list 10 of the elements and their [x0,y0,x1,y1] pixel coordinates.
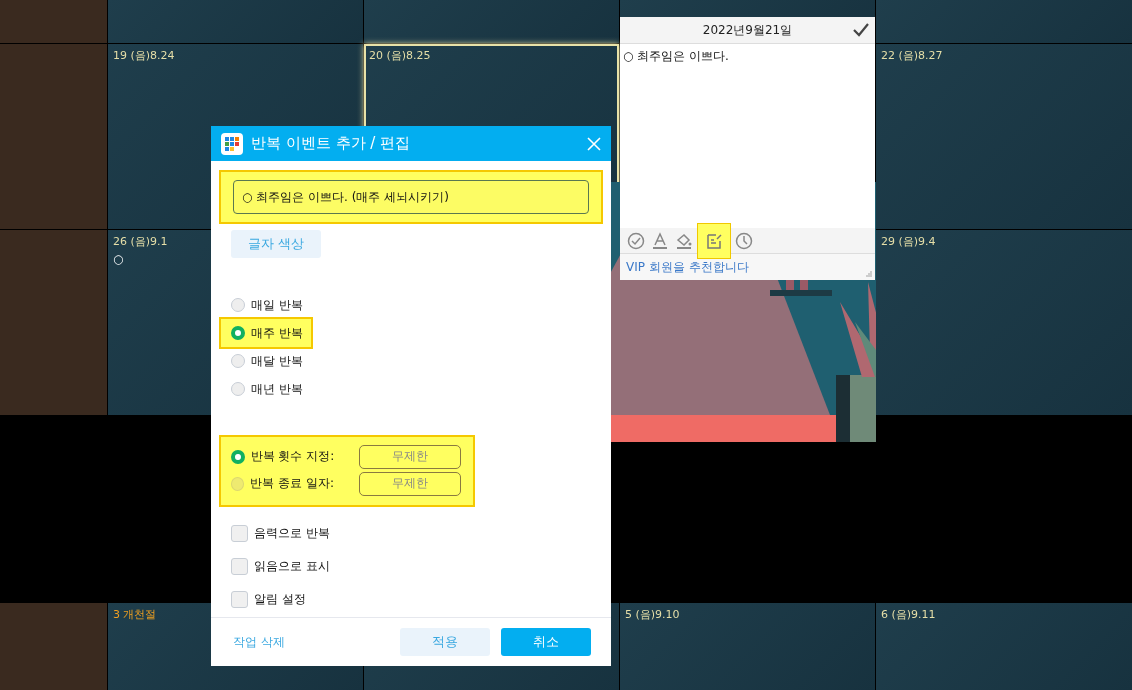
popup-date: 2022년9월21일 [702,21,793,39]
note-text: ○ 최주임은 이쁘다. [623,48,730,65]
day-label: 3 개천절 [113,607,157,622]
day-label: 6 (음)9.11 [881,607,936,622]
day-label: 19 (음)8.24 [113,48,175,63]
day-label: 29 (음)9.4 [881,234,936,249]
day-label: 22 (음)8.27 [881,48,943,63]
day-label: 20 (음)8.25 [369,48,431,63]
day-label: 5 (음)9.10 [625,607,680,622]
day-label: 26 (음)9.1 [113,234,168,249]
